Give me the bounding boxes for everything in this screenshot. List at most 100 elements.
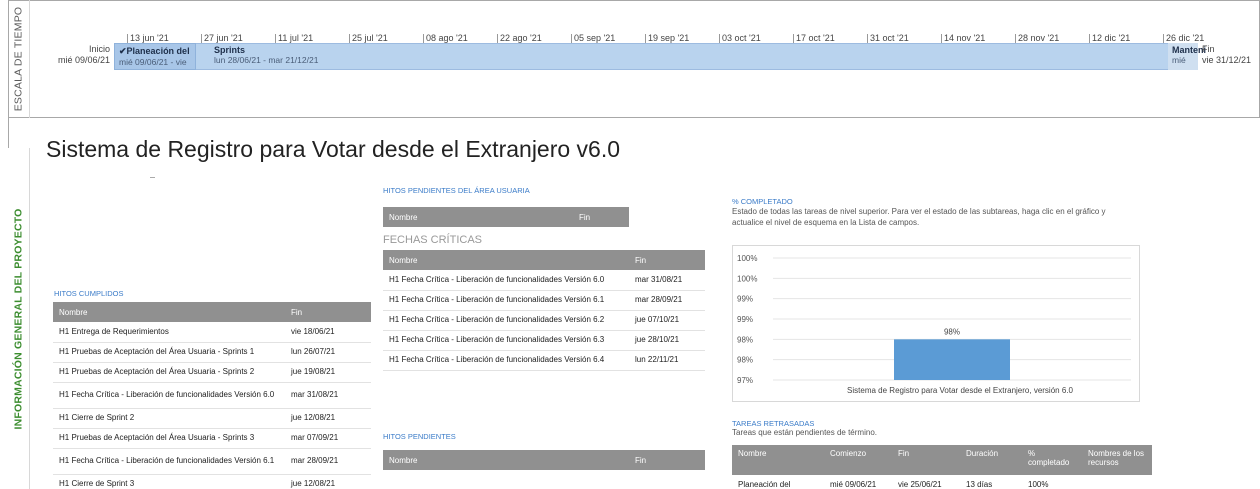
table-row[interactable]: H1 Fecha Crítica - Liberación de funcion… xyxy=(383,310,705,331)
y-tick-label: 100% xyxy=(737,254,757,263)
cell-end: lun 22/11/21 xyxy=(629,350,705,371)
cell-name: H1 Fecha Crítica - Liberación de funcion… xyxy=(53,382,285,409)
hitos-pendientes-area-label: HITOS PENDIENTES DEL ÁREA USUARIA xyxy=(383,186,530,195)
timeline-start-date: mié 09/06/21 xyxy=(57,55,110,65)
y-tick-label: 100% xyxy=(737,274,757,283)
page-title: Sistema de Registro para Votar desde el … xyxy=(46,136,621,162)
y-tick-label: 99% xyxy=(737,315,753,324)
table-row[interactable]: H1 Pruebas de Aceptación del Área Usuari… xyxy=(53,362,371,383)
timeline-start-label: Inicio xyxy=(88,44,110,54)
chart-bar xyxy=(894,339,1010,380)
timeline-task-title: Sprints xyxy=(214,45,246,55)
tareas-retrasadas-description: Tareas que están pendientes de término. xyxy=(732,428,877,437)
timeline-tick: 03 oct '21 xyxy=(719,33,761,43)
column-header[interactable]: Duración xyxy=(960,445,1022,475)
timeline-task-mantenimiento[interactable]: Manteni mié xyxy=(1168,43,1206,70)
timeline-task-dates: mié 09/06/21 - vie xyxy=(119,57,187,67)
timeline-task-dates: lun 28/06/21 - mar 21/12/21 xyxy=(214,55,319,65)
cell-end: jue 12/08/21 xyxy=(285,408,371,429)
timeline-start: Inicio mié 09/06/21 xyxy=(52,44,110,66)
cell-name: H1 Fecha Crítica - Liberación de funcion… xyxy=(383,310,629,331)
cell-name: H1 Pruebas de Aceptación del Área Usuari… xyxy=(53,342,285,363)
timeline-tick: 25 jul '21 xyxy=(349,33,388,43)
column-header[interactable]: % completado xyxy=(1022,445,1082,475)
hitos-cumplidos-table[interactable]: Nombre Fin H1 Entrega de Requerimientos v… xyxy=(53,302,371,489)
table-row[interactable]: H1 Fecha Crítica - Liberación de funcion… xyxy=(383,290,705,311)
data-label: 98% xyxy=(944,327,960,336)
cell-name: H1 Pruebas de Aceptación del Área Usuari… xyxy=(53,362,285,383)
timeline-end-date: vie 31/12/21 xyxy=(1202,55,1252,65)
cell-name: H1 Fecha Crítica - Liberación de funcion… xyxy=(53,448,285,475)
cell-name: H1 Pruebas de Aceptación del Área Usuari… xyxy=(53,428,285,449)
completado-description: Estado de todas las tareas de nivel supe… xyxy=(732,207,1106,227)
timeline-tick: 05 sep '21 xyxy=(570,33,616,43)
cell-name: H1 Entrega de Requerimientos xyxy=(53,322,285,343)
cell-end: jue 07/10/21 xyxy=(629,310,705,331)
x-category-label: Sistema de Registro para Votar desde el … xyxy=(847,386,1073,395)
y-tick-label: 98% xyxy=(737,335,753,344)
table-row[interactable]: H1 Fecha Crítica - Liberación de funcion… xyxy=(53,448,371,475)
column-header[interactable]: Comienzo xyxy=(824,445,892,475)
timeline-tick: 08 ago '21 xyxy=(423,33,468,43)
hitos-cumplidos-label: HITOS CUMPLIDOS xyxy=(54,289,124,298)
y-tick-label: 99% xyxy=(737,295,753,304)
timeline-tick: 12 dic '21 xyxy=(1088,33,1131,43)
cell-end: vie 18/06/21 xyxy=(285,322,371,343)
column-header[interactable]: Nombre xyxy=(53,302,285,322)
y-tick-label: 98% xyxy=(737,356,753,365)
table-row[interactable]: H1 Fecha Crítica - Liberación de funcion… xyxy=(53,382,371,409)
timeline-tick: 13 jun '21 xyxy=(127,33,169,43)
tareas-retrasadas-table[interactable]: Nombre Comienzo Fin Duración % completad… xyxy=(732,445,1152,489)
table-row[interactable]: H1 Cierre de Sprint 2 jue 12/08/21 xyxy=(53,408,371,429)
table-row[interactable]: H1 Fecha Crítica - Liberación de funcion… xyxy=(383,270,705,291)
column-header[interactable]: Nombre xyxy=(383,450,629,470)
cell-end: jue 28/10/21 xyxy=(629,330,705,351)
column-header[interactable]: Fin xyxy=(573,207,629,227)
table-row[interactable]: H1 Fecha Crítica - Liberación de funcion… xyxy=(383,350,705,371)
table-row[interactable]: H1 Pruebas de Aceptación del Área Usuari… xyxy=(53,428,371,449)
cell-end: mar 31/08/21 xyxy=(285,382,371,409)
cell-resources xyxy=(1082,475,1152,489)
table-row[interactable]: H1 Entrega de Requerimientos vie 18/06/21 xyxy=(53,322,371,343)
timeline-tick: 17 oct '21 xyxy=(793,33,835,43)
cell-percent: 100% xyxy=(1022,475,1082,489)
timeline-tick: 31 oct '21 xyxy=(867,33,909,43)
cell-name: H1 Cierre de Sprint 3 xyxy=(53,474,285,489)
column-header[interactable]: Fin xyxy=(629,450,705,470)
cell-name: H1 Fecha Crítica - Liberación de funcion… xyxy=(383,290,629,311)
column-header[interactable]: Nombre xyxy=(383,250,629,270)
chart-plot: 100% 100% 99% 99% 98% 98% 97% 98% Sistema de Reg… xyxy=(737,254,1131,395)
timeline-tick: 22 ago '21 xyxy=(497,33,542,43)
column-header[interactable]: Nombre xyxy=(732,445,824,475)
cell-end: vie 25/06/21 xyxy=(892,475,960,489)
cell-name: H1 Fecha Crítica - Liberación de funcion… xyxy=(383,350,629,371)
column-header[interactable]: Fin xyxy=(629,250,705,270)
table-row[interactable]: H1 Cierre de Sprint 3 jue 12/08/21 xyxy=(53,474,371,489)
table-row[interactable]: H1 Fecha Crítica - Liberación de funcion… xyxy=(383,330,705,351)
hitos-pendientes-table[interactable]: Nombre Fin xyxy=(383,450,705,470)
column-header[interactable]: Nombres de los recursos xyxy=(1082,445,1152,475)
timescale-side-label: ESCALA DE TIEMPO xyxy=(8,0,30,118)
timeline-task-sprints[interactable]: Sprints lun 28/06/21 - mar 21/12/21 xyxy=(210,43,510,70)
cell-start: mié 09/06/21 xyxy=(824,475,892,489)
cell-duration: 13 días xyxy=(960,475,1022,489)
cell-name: H1 Fecha Crítica - Liberación de funcion… xyxy=(383,270,629,291)
cell-end: mar 28/09/21 xyxy=(285,448,371,475)
column-header[interactable]: Fin xyxy=(892,445,960,475)
fechas-criticas-table[interactable]: Nombre Fin H1 Fecha Crítica - Liberación… xyxy=(383,250,705,371)
cell-name: H1 Fecha Crítica - Liberación de funcion… xyxy=(383,330,629,351)
timeline-tick: 26 dic '21 xyxy=(1162,33,1205,43)
y-tick-label: 97% xyxy=(737,376,753,385)
hitos-pendientes-area-table[interactable]: Nombre Fin xyxy=(383,207,629,227)
completion-chart[interactable]: 100% 100% 99% 99% 98% 98% 97% 98% Sistema de Reg… xyxy=(732,245,1140,402)
timeline-tick: 28 nov '21 xyxy=(1014,33,1060,43)
table-row[interactable]: H1 Pruebas de Aceptación del Área Usuari… xyxy=(53,342,371,363)
timeline-task-dates: mié xyxy=(1172,55,1186,65)
timeline-task-planeacion[interactable]: ✔Planeación del mié 09/06/21 - vie xyxy=(114,43,196,70)
table-row[interactable]: Planeación del mié 09/06/21 vie 25/06/21… xyxy=(732,475,1152,489)
column-header[interactable]: Nombre xyxy=(383,207,573,227)
timeline-tick: 11 jul '21 xyxy=(274,33,314,43)
cell-end: lun 26/07/21 xyxy=(285,342,371,363)
column-header[interactable]: Fin xyxy=(285,302,371,322)
cell-end: jue 19/08/21 xyxy=(285,362,371,383)
